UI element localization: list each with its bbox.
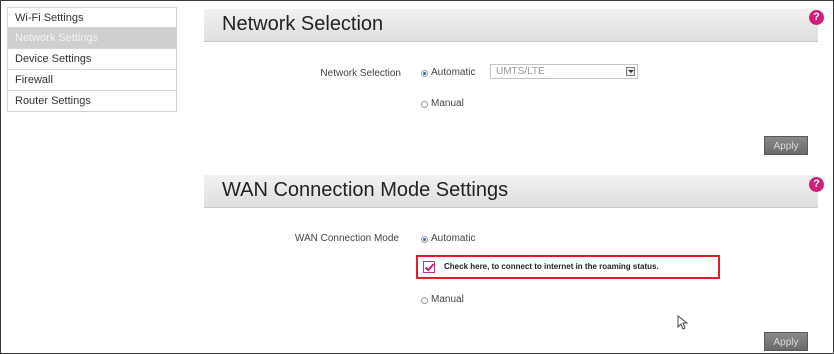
wan-apply-button[interactable]: Apply xyxy=(764,332,808,351)
wan-mode-header: WAN Connection Mode Settings xyxy=(204,175,818,208)
sidebar-item-network-settings[interactable]: Network Settings xyxy=(7,28,177,49)
wan-automatic-label: Automatic xyxy=(431,233,476,244)
cursor-icon xyxy=(677,315,689,330)
roaming-checkbox-label: Check here, to connect to internet in th… xyxy=(444,262,659,271)
roaming-checkbox[interactable] xyxy=(423,261,435,273)
network-selection-label: Network Selection xyxy=(320,68,401,79)
network-manual-radio[interactable] xyxy=(421,101,428,108)
wan-manual-radio[interactable] xyxy=(421,297,428,304)
network-mode-select[interactable]: UMTS/LTE xyxy=(490,64,638,79)
network-selection-title: Network Selection xyxy=(222,13,384,35)
roaming-option-highlight: Check here, to connect to internet in th… xyxy=(416,255,720,279)
network-automatic-radio[interactable] xyxy=(421,70,428,77)
sidebar-item-device-settings[interactable]: Device Settings xyxy=(7,49,177,70)
help-icon[interactable]: ? xyxy=(809,10,824,25)
sidebar-item-router-settings[interactable]: Router Settings xyxy=(7,91,177,112)
wan-mode-label: WAN Connection Mode xyxy=(294,233,399,244)
network-selection-header: Network Selection xyxy=(204,9,818,42)
chevron-down-icon[interactable] xyxy=(626,67,635,76)
sidebar-item-firewall[interactable]: Firewall xyxy=(7,70,177,91)
sidebar: Wi-Fi Settings Network Settings Device S… xyxy=(7,7,177,112)
network-apply-button[interactable]: Apply xyxy=(764,136,808,155)
help-icon[interactable]: ? xyxy=(809,177,824,192)
network-mode-select-value: UMTS/LTE xyxy=(496,66,545,77)
network-manual-label: Manual xyxy=(431,98,464,109)
sidebar-item-wifi-settings[interactable]: Wi-Fi Settings xyxy=(7,7,177,28)
wan-manual-label: Manual xyxy=(431,294,464,305)
network-automatic-label: Automatic xyxy=(431,67,476,78)
router-admin-window: Wi-Fi Settings Network Settings Device S… xyxy=(0,0,834,354)
wan-automatic-radio[interactable] xyxy=(421,236,428,243)
wan-mode-title: WAN Connection Mode Settings xyxy=(222,179,509,201)
